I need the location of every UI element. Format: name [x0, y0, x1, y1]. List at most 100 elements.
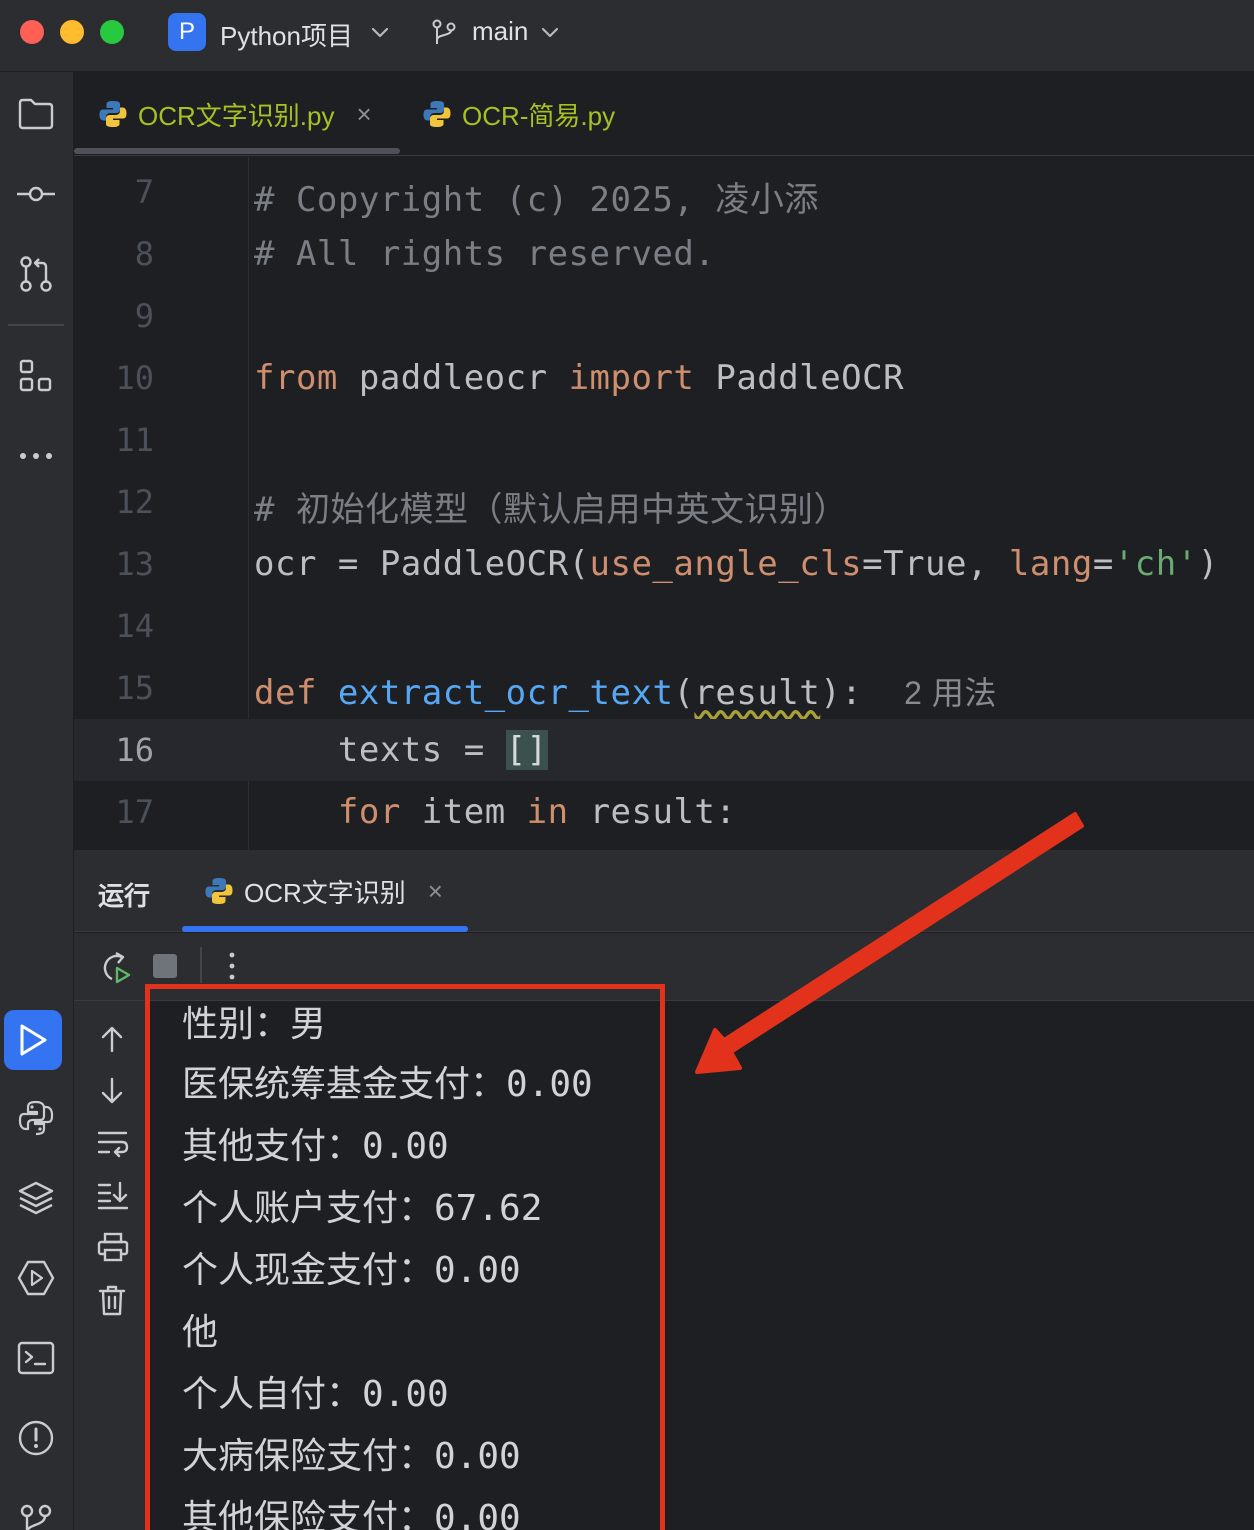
line-number: 14: [115, 607, 154, 645]
python-file-icon: [423, 101, 451, 127]
trash-icon[interactable]: [96, 1283, 128, 1317]
console-output[interactable]: 性别：男 医保统筹基金支付：0.00 其他支付：0.00 个人账户支付：67.6…: [150, 1001, 1254, 1530]
services-tool-button[interactable]: [8, 1250, 64, 1306]
console-line: 大病保险支付：0.00: [182, 1436, 521, 1477]
services-icon: [17, 1260, 55, 1296]
run-tab-label: OCR文字识别: [244, 877, 406, 908]
terminal-tool-button[interactable]: [8, 1330, 64, 1386]
chevron-down-icon[interactable]: [370, 18, 390, 46]
arrow-up-icon[interactable]: [96, 1023, 128, 1055]
code-text: item: [400, 792, 527, 832]
usages-inlay-hint[interactable]: 2 用法: [904, 675, 997, 711]
editor-tab-ocr-simple[interactable]: OCR-简易.py: [422, 72, 615, 156]
layers-icon: [18, 1181, 54, 1215]
more-tools-button[interactable]: [8, 428, 64, 484]
maximize-window-button[interactable]: [100, 20, 124, 44]
toolbar-separator: [200, 947, 202, 983]
code-argument: result: [694, 673, 821, 713]
more-vertical-icon[interactable]: [224, 949, 240, 983]
code-editor[interactable]: 7 # Copyright (c) 2025, 凌小添 8 # All righ…: [74, 157, 1254, 850]
code-text: ):: [820, 673, 863, 713]
line-number: 8: [134, 235, 154, 273]
editor-tab-ocr-main[interactable]: OCR文字识别.py ×: [74, 72, 400, 156]
run-tool-button[interactable]: [4, 1010, 62, 1070]
code-text: paddleocr: [337, 358, 569, 398]
editor-tab-label: OCR-简易.py: [462, 100, 616, 131]
python-packages-tool-button[interactable]: [8, 1170, 64, 1226]
print-icon[interactable]: [96, 1231, 130, 1263]
project-badge[interactable]: P: [168, 13, 206, 51]
console-actions: [74, 1001, 150, 1530]
tool-separator: [8, 324, 64, 326]
python-file-icon: [99, 101, 127, 127]
close-window-button[interactable]: [20, 20, 44, 44]
line-number: 13: [115, 545, 154, 583]
code-string: 'ch': [1113, 544, 1198, 584]
code-line[interactable]: 11: [74, 409, 1254, 471]
code-line-current[interactable]: 16 texts = []: [74, 719, 1254, 781]
python-icon: [18, 1100, 54, 1136]
code-line[interactable]: 10 from paddleocr import PaddleOCR: [74, 347, 1254, 409]
project-tool-button[interactable]: [8, 86, 64, 142]
structure-tool-button[interactable]: [8, 348, 64, 404]
code-line[interactable]: 8 # All rights reserved.: [74, 223, 1254, 285]
code-line[interactable]: 7 # Copyright (c) 2025, 凌小添: [74, 161, 1254, 223]
problems-tool-button[interactable]: [8, 1410, 64, 1466]
branch-selector[interactable]: main: [472, 16, 528, 47]
code-parameter: use_angle_cls: [589, 544, 863, 584]
minimize-window-button[interactable]: [60, 20, 84, 44]
editor-tab-label: OCR文字识别.py: [138, 100, 335, 131]
line-number: 11: [115, 421, 154, 459]
active-run-tab-indicator: [182, 926, 468, 932]
code-comment: # All rights reserved.: [254, 234, 716, 274]
code-text: result:: [568, 792, 737, 832]
version-control-tool-button[interactable]: [8, 1490, 64, 1530]
code-line[interactable]: 14: [74, 595, 1254, 657]
console-line: 个人自付：0.00: [182, 1374, 449, 1415]
arrow-down-icon[interactable]: [96, 1075, 128, 1107]
line-number: 17: [115, 793, 154, 831]
code-text: ): [1197, 544, 1219, 584]
code-parameter: lang: [1008, 544, 1093, 584]
structure-icon: [19, 359, 52, 392]
project-selector[interactable]: Python项目: [220, 16, 353, 53]
run-panel-header: 运行 OCR文字识别 ×: [74, 850, 1254, 932]
console-line: 个人账户支付：67.62: [182, 1188, 543, 1229]
line-number: 10: [115, 359, 154, 397]
run-toolbar: [74, 933, 1254, 1001]
run-panel-title: 运行: [98, 881, 151, 911]
editor-tab-bar: OCR文字识别.py × OCR-简易.py: [74, 72, 1254, 156]
rerun-icon[interactable]: [98, 949, 132, 985]
code-text: texts =: [254, 730, 506, 770]
code-line[interactable]: 13 ocr = PaddleOCR(use_angle_cls=True, l…: [74, 533, 1254, 595]
pull-request-icon: [20, 256, 52, 292]
code-line[interactable]: 9: [74, 285, 1254, 347]
console-line: 个人现金支付：0.00: [182, 1250, 521, 1291]
soft-wrap-icon[interactable]: [96, 1127, 130, 1159]
code-keyword: for: [337, 792, 401, 832]
line-number: 16: [115, 731, 154, 769]
code-line[interactable]: 17 for item in result:: [74, 781, 1254, 843]
folder-icon: [18, 98, 54, 130]
console-line: 其他保险支付：0.00: [182, 1498, 521, 1530]
stop-icon[interactable]: [152, 953, 178, 979]
code-line[interactable]: 12 # 初始化模型（默认启用中英文识别）: [74, 471, 1254, 533]
line-number: 12: [115, 483, 154, 521]
tool-window-strip: [0, 72, 74, 1530]
pull-requests-tool-button[interactable]: [8, 246, 64, 302]
code-text: PaddleOCR: [694, 358, 905, 398]
scroll-to-end-icon[interactable]: [96, 1179, 130, 1211]
commit-tool-button[interactable]: [8, 166, 64, 222]
code-keyword: import: [568, 358, 695, 398]
close-tab-icon[interactable]: ×: [356, 99, 371, 130]
python-file-icon: [205, 878, 233, 904]
git-branch-icon[interactable]: [430, 18, 458, 48]
close-tab-icon[interactable]: ×: [428, 876, 443, 907]
chevron-down-icon[interactable]: [540, 18, 560, 46]
code-keyword: def: [254, 673, 317, 713]
python-console-tool-button[interactable]: [8, 1090, 64, 1146]
code-line[interactable]: 15 def extract_ocr_text(result): 2 用法: [74, 657, 1254, 719]
run-config-tab[interactable]: OCR文字识别 ×: [204, 850, 443, 932]
line-number: 7: [134, 173, 154, 211]
line-number: 9: [134, 297, 154, 335]
